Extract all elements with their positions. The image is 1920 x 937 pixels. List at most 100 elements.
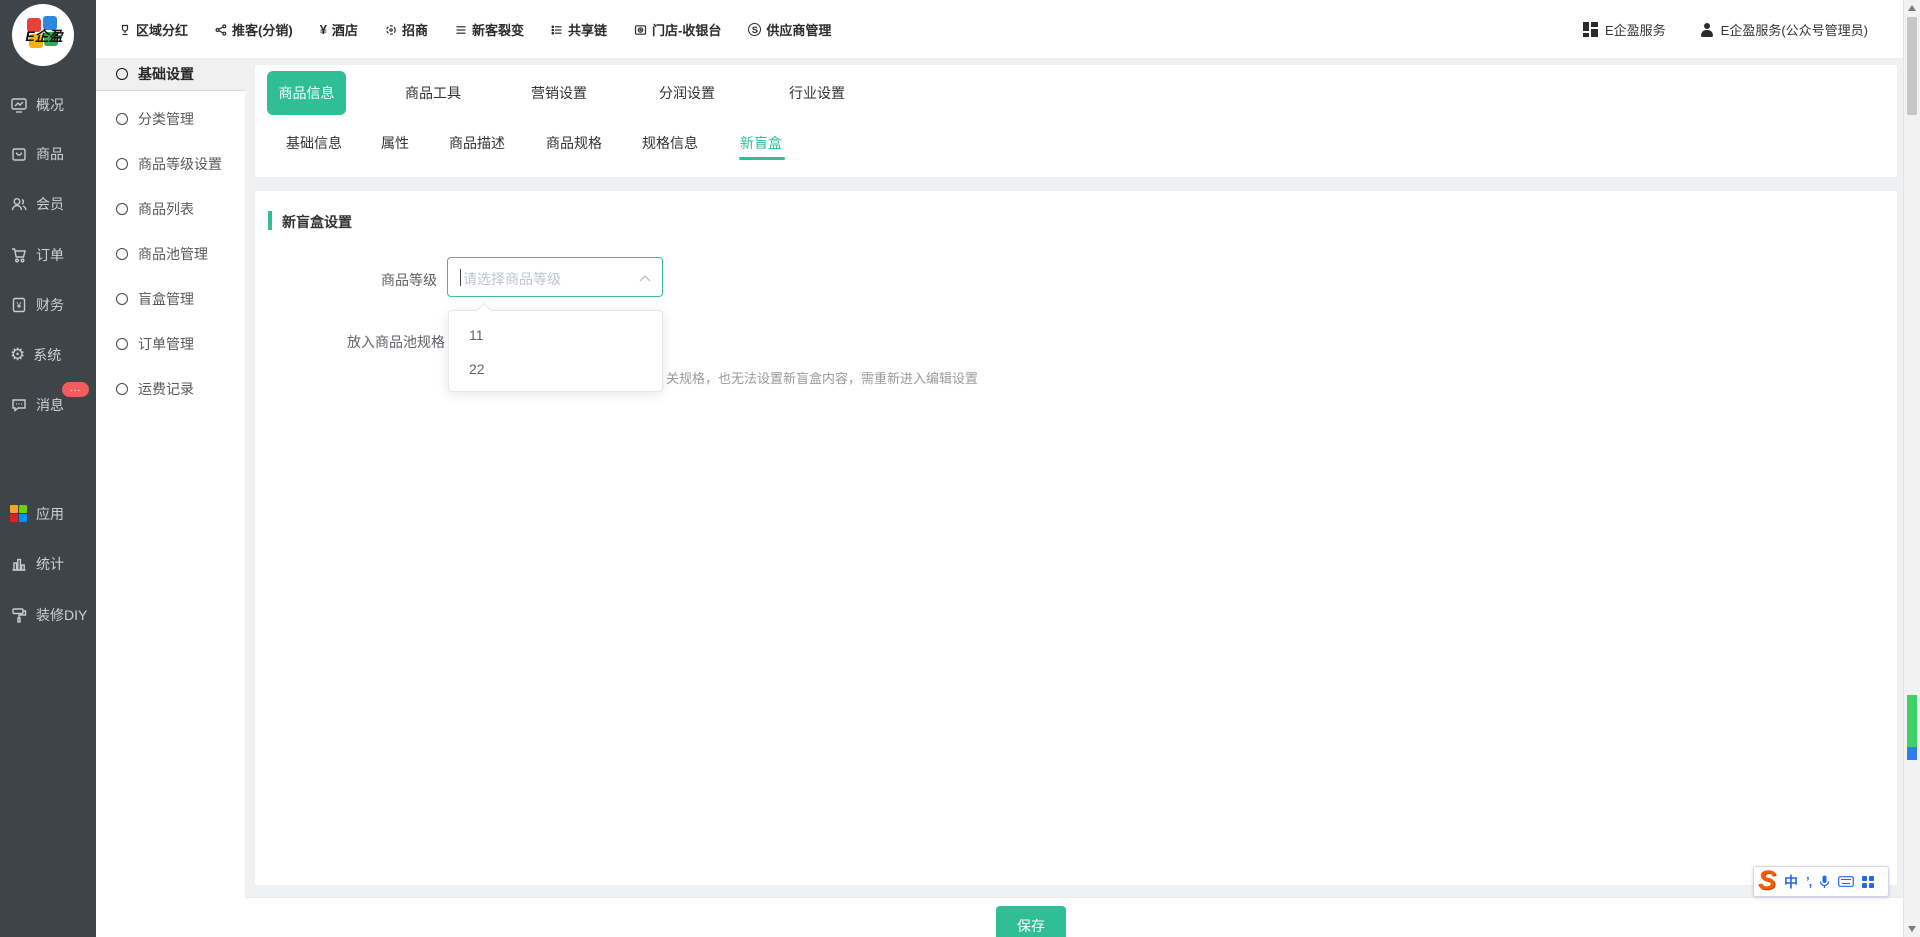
select-placeholder: 请选择商品等级	[463, 269, 561, 289]
sidebar-item-messages[interactable]: 消息 ...	[10, 383, 96, 427]
subtab-spec-info[interactable]: 规格信息	[642, 128, 698, 158]
sidebar-item-label: 商品	[36, 144, 64, 164]
subtab-attributes[interactable]: 属性	[381, 128, 409, 158]
topbar-right: E企盈服务 E企盈服务(公众号管理员)	[1583, 0, 1868, 59]
topnav-label: 酒店	[332, 20, 358, 39]
sidebar-item-stats[interactable]: 统计	[10, 542, 96, 586]
subnav-label: 分类管理	[138, 109, 194, 129]
text-caret	[460, 269, 461, 286]
topnav-item-region-bonus[interactable]: 区域分红	[119, 20, 188, 39]
members-icon	[10, 195, 28, 213]
circular-icon	[385, 24, 397, 36]
tab-industry-settings[interactable]: 行业设置	[767, 71, 867, 115]
sidebar-item-label: 系统	[33, 345, 61, 365]
topnav-item-supplier[interactable]: S 供应商管理	[748, 20, 831, 39]
scroll-up-arrow-icon[interactable]	[1908, 5, 1916, 11]
subnav-item-basic-settings[interactable]: 基础设置	[96, 57, 245, 91]
tab-goods-tools[interactable]: 商品工具	[383, 71, 483, 115]
account-menu[interactable]: E企盈服务(公众号管理员)	[1700, 20, 1868, 39]
stats-icon	[10, 555, 28, 573]
sidebar-item-goods[interactable]: 商品	[10, 132, 96, 176]
topnav-item-hotel[interactable]: ¥ 酒店	[320, 20, 358, 39]
topnav-item-store-pos[interactable]: 门店-收银台	[634, 20, 721, 39]
ime-toolbox-icon[interactable]	[1862, 876, 1874, 888]
subnav-item-freight-record[interactable]: 运费记录	[96, 372, 245, 406]
subnav-item-goods-list[interactable]: 商品列表	[96, 192, 245, 226]
ime-mic-icon[interactable]	[1819, 875, 1830, 889]
subnav-item-goods-level[interactable]: 商品等级设置	[96, 147, 245, 181]
pool-spec-note: 关规格，也无法设置新盲盒内容，需重新进入编辑设置	[666, 368, 978, 387]
subnav-item-order-mgmt[interactable]: 订单管理	[96, 327, 245, 361]
service-label: E企盈服务	[1605, 20, 1666, 39]
topnav-label: 供应商管理	[766, 20, 831, 39]
topnav-item-share-chain[interactable]: 共享链	[551, 20, 607, 39]
subnav-item-goods-pool[interactable]: 商品池管理	[96, 237, 245, 271]
ime-toolbar: S 中 ’,	[1753, 866, 1889, 897]
brand-logo[interactable]: E企盈	[12, 4, 74, 66]
subnav-label: 商品列表	[138, 199, 194, 219]
subnav-item-blind-box[interactable]: 盲盒管理	[96, 282, 245, 316]
sogou-logo-icon[interactable]: S	[1758, 867, 1776, 893]
scroll-down-arrow-icon[interactable]	[1908, 926, 1916, 932]
radio-circle-icon	[116, 338, 128, 350]
tab-goods-info[interactable]: 商品信息	[267, 71, 346, 115]
sidebar-item-label: 财务	[36, 295, 64, 315]
sidebar-item-finance[interactable]: ¥ 财务	[10, 283, 96, 327]
topnav-label: 共享链	[568, 20, 607, 39]
finance-icon: ¥	[10, 296, 28, 314]
dropdown-option[interactable]: 22	[449, 352, 662, 386]
subtab-new-blind-box[interactable]: 新盲盒	[740, 128, 782, 158]
trophy-icon	[119, 24, 131, 36]
goods-level-select[interactable]: 请选择商品等级	[447, 257, 663, 297]
subtab-basic-info[interactable]: 基础信息	[286, 128, 342, 158]
subnav-item-category[interactable]: 分类管理	[96, 102, 245, 136]
system-gear-icon: ⚙	[10, 347, 25, 364]
messages-icon	[10, 396, 28, 414]
sidebar-item-members[interactable]: 会员	[10, 182, 96, 226]
tab-profit-settings[interactable]: 分润设置	[637, 71, 737, 115]
sidebar-item-label: 消息	[36, 395, 64, 415]
subtab-goods-spec[interactable]: 商品规格	[546, 128, 602, 158]
service-menu[interactable]: E企盈服务	[1583, 20, 1666, 39]
diy-roller-icon	[10, 606, 28, 624]
radio-circle-icon	[116, 113, 128, 125]
radio-circle-icon	[116, 383, 128, 395]
radio-circle-icon	[116, 248, 128, 260]
chevron-up-icon	[639, 274, 651, 282]
ime-punct-toggle[interactable]: ’,	[1806, 875, 1811, 888]
goods-level-dropdown: 11 22	[448, 310, 663, 392]
subtab-goods-description[interactable]: 商品描述	[449, 128, 505, 158]
sidebar-item-diy[interactable]: 装修DIY	[10, 593, 96, 637]
topnav: 区域分红 推客(分销) ¥ 酒店 招商 新客裂变 共享链	[119, 0, 831, 59]
scrollbar-blue-marker	[1907, 747, 1917, 760]
user-icon	[1700, 23, 1714, 37]
save-button[interactable]: 保存	[996, 906, 1066, 937]
sidebar-item-system[interactable]: ⚙ 系统	[10, 333, 96, 377]
yen-icon: ¥	[320, 22, 327, 37]
scrollbar-thumb[interactable]	[1907, 17, 1917, 115]
app-window: E企盈 概况 商品 会员 订单 ¥ 财务 ⚙ 系统 消息 ...	[0, 0, 1920, 937]
subnav-label: 运费记录	[138, 379, 194, 399]
topnav-item-promoter[interactable]: 推客(分销)	[215, 20, 293, 39]
radio-circle-icon	[116, 293, 128, 305]
page-scrollbar[interactable]	[1903, 0, 1920, 937]
subnav-label: 订单管理	[138, 334, 194, 354]
ime-keyboard-icon[interactable]	[1838, 876, 1854, 887]
sidebar-item-apps[interactable]: 应用	[10, 492, 96, 536]
sidebar-item-overview[interactable]: 概况	[10, 83, 96, 127]
active-subtab-underline	[739, 157, 785, 160]
sidebar-item-label: 统计	[36, 554, 64, 574]
topnav-label: 新客裂变	[472, 20, 524, 39]
topnav-item-fission[interactable]: 新客裂变	[455, 20, 524, 39]
svg-text:¥: ¥	[15, 301, 22, 311]
topnav-item-investment[interactable]: 招商	[385, 20, 428, 39]
tab-marketing-settings[interactable]: 营销设置	[509, 71, 609, 115]
topnav-label: 区域分红	[136, 20, 188, 39]
section-accent-bar	[268, 211, 272, 230]
tabs-card: 商品信息 商品工具 营销设置 分润设置 行业设置 基础信息 属性 商品描述 商品…	[255, 65, 1897, 177]
sidebar-item-orders[interactable]: 订单	[10, 233, 96, 277]
account-label: E企盈服务(公众号管理员)	[1721, 20, 1868, 39]
ime-lang-toggle[interactable]: 中	[1784, 875, 1798, 889]
sidebar-item-label: 会员	[36, 194, 64, 214]
dropdown-option[interactable]: 11	[449, 318, 662, 352]
